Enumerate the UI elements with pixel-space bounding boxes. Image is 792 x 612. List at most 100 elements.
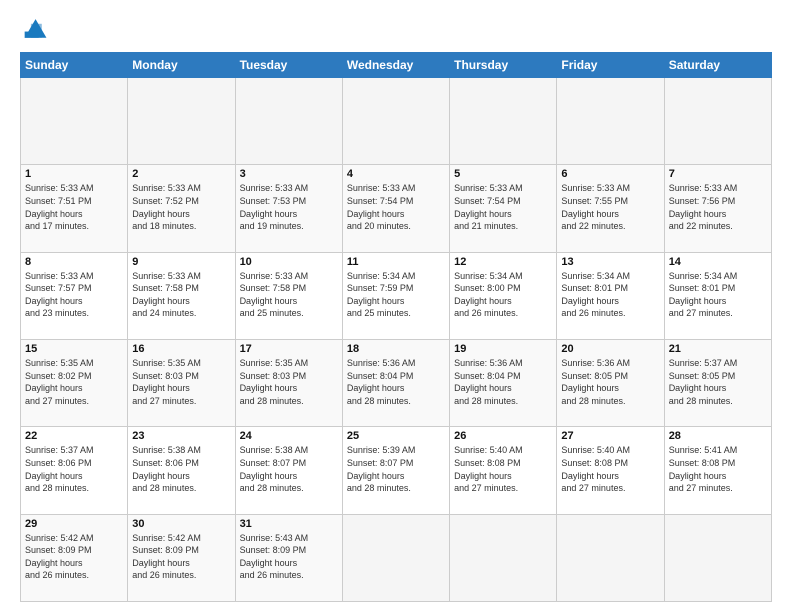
sunset-label: Sunset: 7:55 PM	[561, 196, 628, 206]
calendar-cell: 9 Sunrise: 5:33 AM Sunset: 7:58 PM Dayli…	[128, 252, 235, 339]
sunset-label: Sunset: 8:06 PM	[25, 458, 92, 468]
calendar-cell: 29 Sunrise: 5:42 AM Sunset: 8:09 PM Dayl…	[21, 514, 128, 601]
sunset-label: Sunset: 7:53 PM	[240, 196, 307, 206]
daylight-value: and 28 minutes.	[240, 396, 304, 406]
calendar-cell: 7 Sunrise: 5:33 AM Sunset: 7:56 PM Dayli…	[664, 165, 771, 252]
day-info: Sunrise: 5:34 AM Sunset: 8:00 PM Dayligh…	[454, 270, 552, 320]
sunset-label: Sunset: 8:04 PM	[347, 371, 414, 381]
weekday-header-monday: Monday	[128, 53, 235, 78]
calendar-cell	[557, 78, 664, 165]
sunrise-label: Sunrise: 5:34 AM	[561, 271, 630, 281]
sunrise-label: Sunrise: 5:36 AM	[561, 358, 630, 368]
sunrise-label: Sunrise: 5:35 AM	[25, 358, 94, 368]
daylight-value: and 25 minutes.	[240, 308, 304, 318]
sunset-label: Sunset: 7:54 PM	[347, 196, 414, 206]
daylight-value: and 26 minutes.	[25, 570, 89, 580]
weekday-header-friday: Friday	[557, 53, 664, 78]
daylight-label: Daylight hours	[669, 471, 727, 481]
day-info: Sunrise: 5:36 AM Sunset: 8:04 PM Dayligh…	[347, 357, 445, 407]
day-info: Sunrise: 5:37 AM Sunset: 8:06 PM Dayligh…	[25, 444, 123, 494]
daylight-value: and 18 minutes.	[132, 221, 196, 231]
daylight-value: and 27 minutes.	[669, 483, 733, 493]
daylight-value: and 27 minutes.	[25, 396, 89, 406]
sunrise-label: Sunrise: 5:34 AM	[347, 271, 416, 281]
calendar-cell: 1 Sunrise: 5:33 AM Sunset: 7:51 PM Dayli…	[21, 165, 128, 252]
daylight-label: Daylight hours	[561, 383, 619, 393]
day-info: Sunrise: 5:38 AM Sunset: 8:07 PM Dayligh…	[240, 444, 338, 494]
daylight-label: Daylight hours	[669, 209, 727, 219]
calendar-cell	[450, 514, 557, 601]
calendar-cell: 15 Sunrise: 5:35 AM Sunset: 8:02 PM Dayl…	[21, 339, 128, 426]
day-number: 7	[669, 168, 767, 180]
day-info: Sunrise: 5:40 AM Sunset: 8:08 PM Dayligh…	[561, 444, 659, 494]
header	[20, 16, 772, 44]
sunrise-label: Sunrise: 5:34 AM	[454, 271, 523, 281]
sunset-label: Sunset: 8:02 PM	[25, 371, 92, 381]
daylight-label: Daylight hours	[454, 209, 512, 219]
weekday-header-sunday: Sunday	[21, 53, 128, 78]
sunset-label: Sunset: 8:06 PM	[132, 458, 199, 468]
daylight-value: and 24 minutes.	[132, 308, 196, 318]
daylight-value: and 23 minutes.	[25, 308, 89, 318]
daylight-value: and 26 minutes.	[240, 570, 304, 580]
day-number: 28	[669, 430, 767, 442]
day-info: Sunrise: 5:33 AM Sunset: 7:53 PM Dayligh…	[240, 182, 338, 232]
day-number: 11	[347, 256, 445, 268]
day-info: Sunrise: 5:33 AM Sunset: 7:54 PM Dayligh…	[347, 182, 445, 232]
day-number: 25	[347, 430, 445, 442]
day-number: 27	[561, 430, 659, 442]
day-info: Sunrise: 5:38 AM Sunset: 8:06 PM Dayligh…	[132, 444, 230, 494]
day-number: 21	[669, 343, 767, 355]
day-info: Sunrise: 5:33 AM Sunset: 7:57 PM Dayligh…	[25, 270, 123, 320]
sunrise-label: Sunrise: 5:33 AM	[240, 271, 309, 281]
calendar-cell: 19 Sunrise: 5:36 AM Sunset: 8:04 PM Dayl…	[450, 339, 557, 426]
daylight-value: and 19 minutes.	[240, 221, 304, 231]
daylight-label: Daylight hours	[132, 209, 190, 219]
sunrise-label: Sunrise: 5:41 AM	[669, 445, 738, 455]
day-number: 30	[132, 518, 230, 530]
sunset-label: Sunset: 7:58 PM	[240, 283, 307, 293]
sunset-label: Sunset: 8:04 PM	[454, 371, 521, 381]
calendar-cell: 25 Sunrise: 5:39 AM Sunset: 8:07 PM Dayl…	[342, 427, 449, 514]
day-number: 14	[669, 256, 767, 268]
calendar-cell	[342, 514, 449, 601]
daylight-label: Daylight hours	[25, 296, 83, 306]
sunset-label: Sunset: 7:52 PM	[132, 196, 199, 206]
sunrise-label: Sunrise: 5:33 AM	[454, 183, 523, 193]
calendar-cell: 14 Sunrise: 5:34 AM Sunset: 8:01 PM Dayl…	[664, 252, 771, 339]
sunrise-label: Sunrise: 5:33 AM	[25, 271, 94, 281]
sunrise-label: Sunrise: 5:33 AM	[240, 183, 309, 193]
logo	[20, 16, 52, 44]
daylight-label: Daylight hours	[561, 209, 619, 219]
weekday-header-thursday: Thursday	[450, 53, 557, 78]
day-info: Sunrise: 5:39 AM Sunset: 8:07 PM Dayligh…	[347, 444, 445, 494]
daylight-value: and 28 minutes.	[454, 396, 518, 406]
day-number: 4	[347, 168, 445, 180]
calendar-cell: 2 Sunrise: 5:33 AM Sunset: 7:52 PM Dayli…	[128, 165, 235, 252]
daylight-value: and 27 minutes.	[132, 396, 196, 406]
calendar-cell: 30 Sunrise: 5:42 AM Sunset: 8:09 PM Dayl…	[128, 514, 235, 601]
sunrise-label: Sunrise: 5:43 AM	[240, 533, 309, 543]
sunset-label: Sunset: 7:59 PM	[347, 283, 414, 293]
daylight-label: Daylight hours	[561, 471, 619, 481]
sunrise-label: Sunrise: 5:42 AM	[132, 533, 201, 543]
sunrise-label: Sunrise: 5:36 AM	[454, 358, 523, 368]
calendar-cell: 21 Sunrise: 5:37 AM Sunset: 8:05 PM Dayl…	[664, 339, 771, 426]
sunset-label: Sunset: 8:07 PM	[240, 458, 307, 468]
sunrise-label: Sunrise: 5:40 AM	[454, 445, 523, 455]
sunrise-label: Sunrise: 5:35 AM	[132, 358, 201, 368]
calendar-cell: 5 Sunrise: 5:33 AM Sunset: 7:54 PM Dayli…	[450, 165, 557, 252]
calendar-cell	[235, 78, 342, 165]
day-number: 22	[25, 430, 123, 442]
weekday-header-saturday: Saturday	[664, 53, 771, 78]
sunrise-label: Sunrise: 5:33 AM	[347, 183, 416, 193]
calendar-cell	[664, 514, 771, 601]
daylight-label: Daylight hours	[132, 558, 190, 568]
sunset-label: Sunset: 8:05 PM	[561, 371, 628, 381]
sunrise-label: Sunrise: 5:36 AM	[347, 358, 416, 368]
day-info: Sunrise: 5:33 AM Sunset: 7:58 PM Dayligh…	[132, 270, 230, 320]
day-info: Sunrise: 5:33 AM Sunset: 7:58 PM Dayligh…	[240, 270, 338, 320]
day-number: 2	[132, 168, 230, 180]
daylight-value: and 25 minutes.	[347, 308, 411, 318]
day-info: Sunrise: 5:36 AM Sunset: 8:05 PM Dayligh…	[561, 357, 659, 407]
